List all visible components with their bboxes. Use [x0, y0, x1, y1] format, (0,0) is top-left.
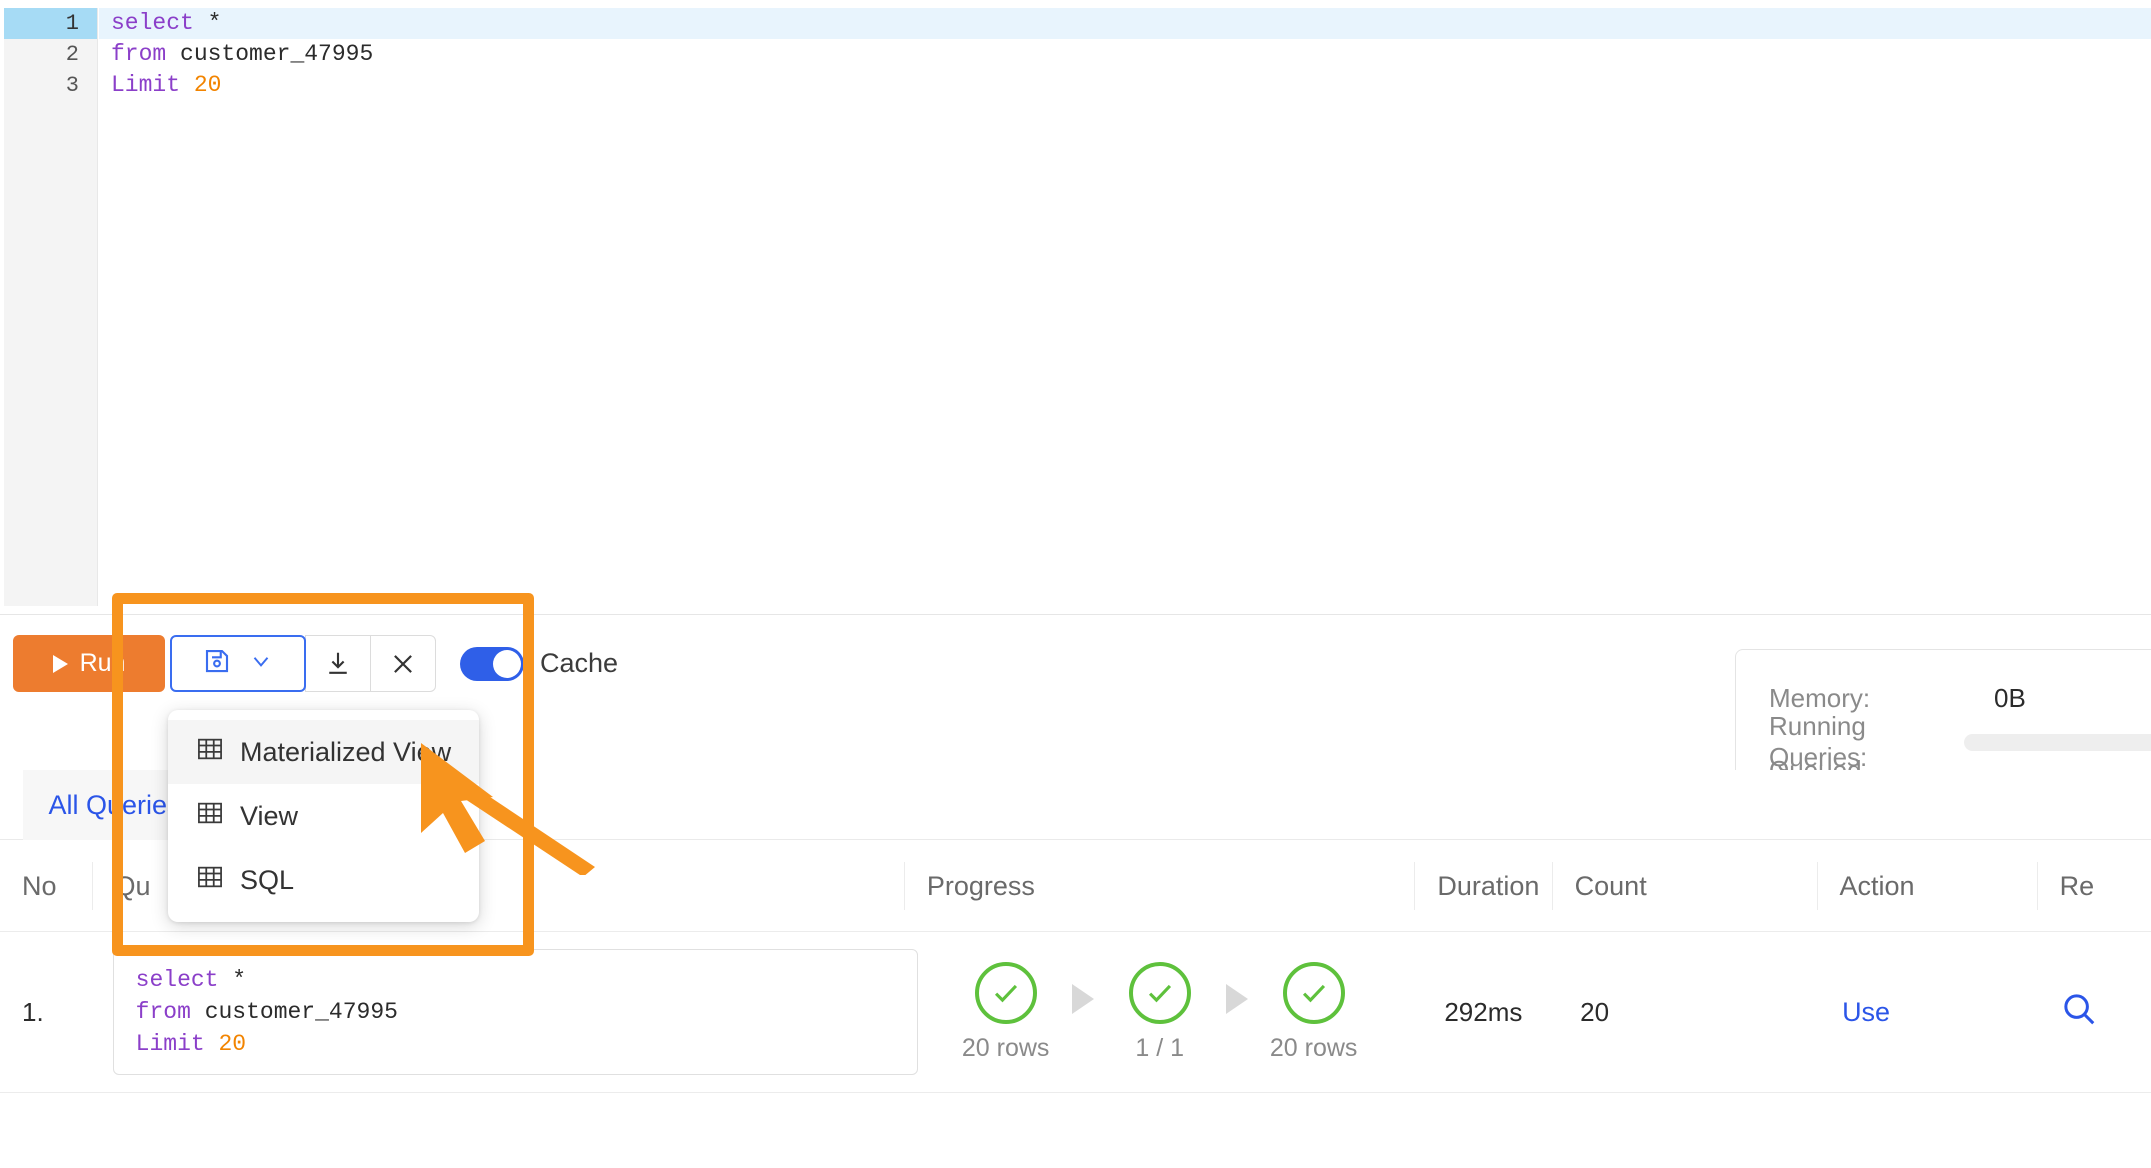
success-check-icon — [974, 961, 1037, 1024]
line-number: 3 — [65, 73, 79, 98]
token-id: * — [193, 10, 222, 36]
cell-count: 20 — [1580, 996, 1610, 1027]
token-kw: select — [111, 10, 194, 36]
run-button[interactable]: Run — [13, 635, 165, 692]
table-grid-icon — [196, 735, 224, 770]
progress-stage: 20 rows — [940, 961, 1072, 1063]
cache-toggle[interactable] — [460, 646, 524, 681]
cell-row-number: 1. — [22, 996, 44, 1027]
dropdown-item-label: SQL — [240, 864, 295, 895]
token-id — [180, 72, 194, 98]
progress-stages: 20 rows 1 / 1 20 rows — [940, 961, 1380, 1063]
dropdown-item-view[interactable]: View — [168, 784, 479, 848]
column-header-result: Re — [2036, 861, 2151, 910]
dropdown-item-sql[interactable]: SQL — [168, 848, 479, 912]
use-query-link[interactable]: Use — [1842, 997, 1890, 1028]
token-num: 20 — [193, 72, 222, 98]
column-header-count: Count — [1551, 861, 1817, 910]
token-id: customer_47995 — [166, 41, 374, 67]
token-kw: select — [135, 967, 219, 993]
cache-label: Cache — [540, 648, 619, 678]
token-kw: from — [135, 999, 191, 1025]
code-line[interactable]: from customer_47995 — [99, 39, 2151, 70]
dropdown-item-materialized-view[interactable]: Materialized View — [168, 720, 479, 784]
success-check-icon — [1282, 961, 1345, 1024]
toggle-knob — [493, 649, 521, 678]
token-id: customer_47995 — [204, 999, 398, 1025]
token-id: * — [232, 967, 247, 993]
save-as-button[interactable] — [170, 635, 306, 692]
line-number: 2 — [65, 42, 79, 67]
token-num: 20 — [218, 1031, 247, 1057]
stat-value: 0B — [1994, 682, 2026, 713]
cell-result — [2038, 932, 2151, 1092]
column-header-action: Action — [1816, 861, 2037, 910]
token-kw: Limit — [111, 72, 181, 98]
cell-query: select * from customer_47995 Limit 20 — [91, 932, 918, 1092]
stage-arrow-icon — [1071, 983, 1094, 1014]
stage-label: 20 rows — [1269, 1033, 1358, 1062]
line-number: 1 — [4, 8, 97, 39]
cell-progress: 20 rows 1 / 1 20 rows — [918, 932, 1423, 1092]
success-check-icon — [1128, 961, 1191, 1024]
stat-label: Memory: — [1769, 682, 1871, 713]
table-row: 1. select * from customer_47995 Limit 20 2… — [0, 932, 2151, 1093]
download-button[interactable] — [305, 635, 371, 692]
chevron-down-icon — [248, 648, 274, 679]
dropdown-item-label: Materialized View — [240, 736, 452, 767]
stat-loading-skeleton — [1964, 733, 2151, 751]
run-button-label: Run — [79, 649, 126, 677]
cancel-query-button[interactable] — [370, 635, 436, 692]
editor-gutter: 1 2 3 — [4, 8, 98, 606]
table-grid-icon — [196, 863, 224, 898]
column-header-no: No — [22, 870, 57, 901]
sql-editor[interactable]: 123 select * from customer_47995 Limit 20 — [0, 0, 2151, 615]
toolbar-button-group — [170, 635, 436, 692]
token-kw: from — [111, 41, 167, 67]
dropdown-item-label: View — [240, 800, 299, 831]
progress-stage: 1 / 1 — [1094, 961, 1226, 1063]
tab-all-queries-label: All Queries — [48, 789, 181, 820]
search-magnifier-icon[interactable] — [2060, 990, 2098, 1035]
progress-stage: 20 rows — [1248, 961, 1380, 1063]
editor-code-area[interactable]: select * from customer_47995 Limit 20 — [99, 8, 2151, 606]
play-icon — [52, 654, 68, 673]
column-header-progress: Progress — [903, 861, 1415, 910]
cache-toggle-wrap: Cache — [460, 635, 618, 692]
stage-label: 20 rows — [961, 1033, 1050, 1062]
query-sql-box[interactable]: select * from customer_47995 Limit 20 — [112, 949, 918, 1075]
save-as-dropdown-menu[interactable]: Materialized View View SQL — [168, 710, 479, 922]
token-id — [205, 1031, 219, 1057]
table-body: 1. select * from customer_47995 Limit 20 2… — [0, 932, 2151, 1093]
stage-arrow-icon — [1225, 983, 1248, 1014]
table-grid-icon — [196, 799, 224, 834]
stage-label: 1 / 1 — [1135, 1033, 1184, 1062]
cell-duration: 292ms — [1444, 996, 1523, 1027]
token-kw: Limit — [135, 1031, 205, 1057]
cell-action: Use — [1820, 932, 2038, 1092]
column-header-duration: Duration — [1414, 861, 1551, 910]
code-line[interactable]: select * — [99, 8, 2151, 39]
floppy-disk-icon — [202, 646, 232, 681]
code-line[interactable]: Limit 20 — [99, 70, 2151, 101]
